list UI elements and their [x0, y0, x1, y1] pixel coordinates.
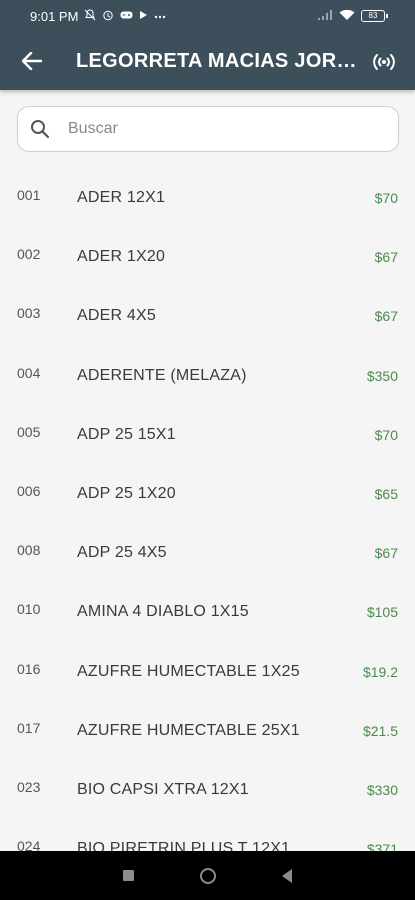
product-name: AZUFRE HUMECTABLE 1X25	[77, 662, 300, 680]
list-item[interactable]: 016 AZUFRE HUMECTABLE 1X25 $19.2	[0, 642, 415, 701]
status-right: 83	[317, 9, 388, 24]
product-name: ADP 25 1X20	[77, 484, 176, 502]
signal-icon	[317, 9, 333, 24]
product-price: $19.2	[362, 663, 398, 680]
product-price: $67	[374, 308, 398, 325]
product-code: 017	[17, 719, 41, 736]
product-name: ADER 12X1	[77, 189, 166, 206]
battery-icon: 83	[361, 10, 388, 22]
product-code: 006	[17, 482, 41, 499]
search-icon	[31, 120, 50, 139]
gamepad-icon	[120, 10, 133, 23]
list-item[interactable]: 017 AZUFRE HUMECTABLE 25X1 $21.5	[0, 701, 415, 760]
list-item[interactable]: 010 AMINA 4 DIABLO 1X15 $105	[0, 582, 415, 641]
list-item[interactable]: 002 ADER 1X20 $67	[0, 227, 415, 286]
product-price: $350	[366, 367, 398, 384]
more-icon	[154, 11, 166, 22]
home-button[interactable]	[200, 867, 216, 884]
product-code: 010	[17, 601, 41, 618]
mute-icon	[84, 8, 96, 24]
product-code: 005	[17, 423, 41, 440]
search-box[interactable]	[17, 106, 399, 152]
product-price: $65	[374, 485, 398, 502]
list-item[interactable]: 023 BIO CAPSI XTRA 12X1 $330	[0, 760, 415, 819]
search-container	[17, 106, 399, 152]
product-code: 002	[17, 246, 41, 263]
nfc-icon	[373, 54, 395, 70]
product-code: 001	[17, 187, 41, 203]
product-code: 004	[17, 364, 41, 381]
wifi-icon	[339, 9, 355, 24]
product-code: 016	[17, 660, 41, 677]
product-price: $105	[366, 604, 398, 621]
product-name: AMINA 4 DIABLO 1X15	[77, 603, 249, 621]
status-left: 9:01 PM	[30, 9, 166, 24]
product-price: $70	[374, 190, 398, 206]
product-name: BIO PIRETRIN PLUS T 12X1	[77, 840, 291, 851]
back-button[interactable]	[18, 47, 46, 75]
recents-button[interactable]	[123, 870, 134, 881]
product-price: $67	[374, 545, 398, 562]
product-name: ADER 1X20	[77, 248, 166, 266]
list-item[interactable]: 005 ADP 25 15X1 $70	[0, 405, 415, 464]
list-item[interactable]: 004 ADERENTE (MELAZA) $350	[0, 346, 415, 405]
list-item[interactable]: 008 ADP 25 4X5 $67	[0, 523, 415, 582]
alarm-icon	[102, 9, 114, 24]
list-item[interactable]: 024 BIO PIRETRIN PLUS T 12X1 $371	[0, 819, 415, 851]
list-item[interactable]: 003 ADER 4X5 $67	[0, 286, 415, 345]
product-code: 008	[17, 542, 41, 559]
nfc-button[interactable]	[369, 46, 399, 76]
page-title: LEGORRETA MACIAS JORG…	[76, 49, 359, 72]
product-name: ADER 4X5	[77, 307, 156, 325]
system-back-button[interactable]	[282, 868, 292, 883]
product-list: 001 ADER 12X1 $70 002 ADER 1X20 $67 003 ADER 4X…	[0, 168, 415, 851]
status-time: 9:01 PM	[30, 8, 79, 24]
product-name: BIO CAPSI XTRA 12X1	[77, 780, 249, 798]
product-code: 003	[17, 305, 41, 322]
product-name: ADP 25 15X1	[77, 425, 176, 443]
product-name: ADP 25 4X5	[77, 544, 167, 562]
list-item[interactable]: 006 ADP 25 1X20 $65	[0, 464, 415, 523]
product-price: $371	[366, 841, 398, 851]
product-name: AZUFRE HUMECTABLE 25X1	[77, 721, 300, 739]
product-price: $70	[374, 426, 398, 443]
status-bar: 9:01 PM 83	[0, 0, 415, 32]
product-code: 024	[17, 838, 41, 851]
product-code: 023	[17, 778, 41, 795]
play-icon	[139, 10, 148, 23]
product-price: $330	[366, 781, 398, 798]
arrow-back-icon	[22, 52, 42, 70]
list-item[interactable]: 001 ADER 12X1 $70	[0, 168, 415, 227]
search-input[interactable]	[68, 120, 386, 138]
product-price: $21.5	[362, 722, 398, 739]
app-bar: LEGORRETA MACIAS JORG…	[0, 32, 415, 90]
system-nav-bar	[0, 851, 415, 900]
product-price: $67	[374, 249, 398, 266]
product-name: ADERENTE (MELAZA)	[77, 366, 247, 384]
